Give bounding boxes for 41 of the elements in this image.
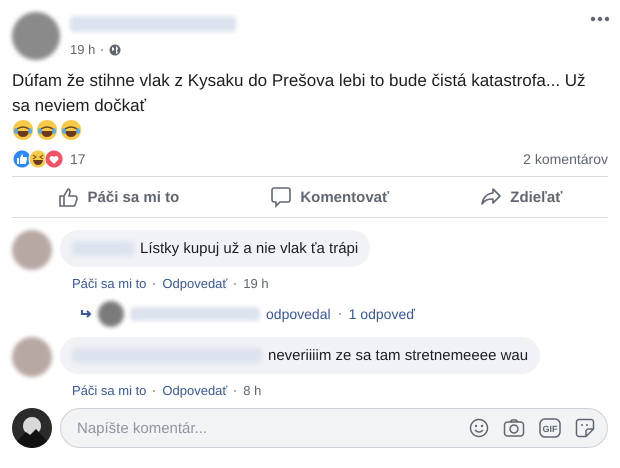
smiley-icon[interactable] (469, 418, 489, 438)
speech-bubble-icon (270, 186, 292, 208)
replies-link[interactable]: odpovedal (266, 306, 331, 322)
mountain-avatar-icon[interactable] (12, 408, 52, 448)
share-arrow-icon (480, 186, 502, 208)
laughing-emoji-icon (12, 119, 34, 141)
comments-count[interactable]: 2 komentárov (523, 151, 608, 167)
like-link[interactable]: Páči sa mi to (72, 276, 146, 291)
globe-icon (109, 44, 122, 56)
comment-text: neveriiiim ze sa tam stretnemeeee wau (268, 347, 528, 364)
avatar-photo[interactable] (12, 12, 60, 60)
reply-arrow-icon (80, 309, 92, 319)
share-button[interactable]: Zdieľať (470, 180, 572, 214)
post-text: Dúfam že stihne vlak z Kysaku do Prešova lebi to bude čistá katastrofa... Už sa neviem dočkať (12, 70, 587, 117)
like-link[interactable]: Páči sa mi to (72, 383, 146, 398)
laughing-emoji-icon (60, 119, 82, 141)
avatar-photo[interactable] (98, 301, 124, 327)
separator-dot (101, 48, 104, 50)
camera-icon[interactable] (503, 418, 525, 438)
comment-input-field[interactable]: Napíšte komentár... GIF (60, 408, 608, 448)
separator-dot (234, 282, 236, 284)
replies-count-link[interactable]: 1 odpoveď (348, 306, 415, 322)
more-options-icon[interactable] (590, 16, 610, 22)
separator-dot (234, 390, 236, 392)
heart-reaction-icon (44, 149, 64, 169)
comment-text: Lístky kupuj už a nie vlak ťa trápi (140, 240, 358, 257)
separator-dot (153, 282, 156, 284)
gif-icon[interactable]: GIF (539, 418, 561, 438)
reply-link[interactable]: Odpovedať (162, 276, 228, 291)
comment-time[interactable]: 8 h (243, 383, 262, 398)
comment-button[interactable]: Komentovať (260, 180, 400, 214)
reaction-count[interactable]: 17 (70, 151, 86, 167)
separator-dot (338, 313, 341, 315)
like-button[interactable]: Páči sa mi to (48, 180, 190, 214)
post-time[interactable]: 19 h (70, 42, 96, 57)
reply-link[interactable]: Odpovedať (162, 383, 228, 398)
laughing-emoji-icon (36, 119, 58, 141)
thumbs-up-icon (58, 186, 80, 208)
separator-dot (153, 390, 156, 392)
sticker-icon[interactable] (575, 418, 595, 438)
comment-time[interactable]: 19 h (243, 276, 269, 291)
